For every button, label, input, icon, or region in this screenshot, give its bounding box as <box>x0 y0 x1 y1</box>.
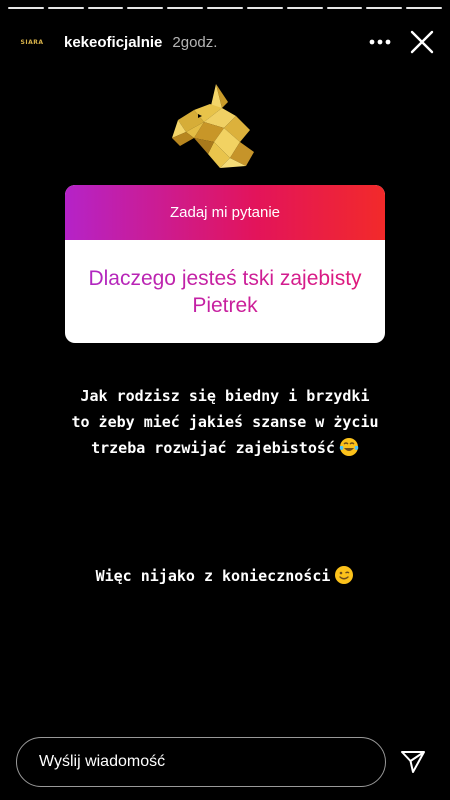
question-sticker-title: Zadaj mi pytanie <box>169 204 281 221</box>
winking-face-emoji <box>335 566 354 584</box>
question-sticker-header: Zadaj mi pytanie <box>65 185 385 240</box>
progress-segment <box>167 7 204 9</box>
close-button[interactable] <box>404 24 440 60</box>
progress-segment <box>47 7 84 9</box>
username[interactable]: kekeoficjalnie <box>64 34 162 51</box>
progress-segment <box>8 7 44 9</box>
progress-segment <box>246 7 283 9</box>
message-input-placeholder: Wyślij wiadomość <box>39 753 166 770</box>
progress-segment <box>207 7 243 9</box>
more-horizontal-icon <box>369 39 391 45</box>
avatar[interactable]: SIARA <box>12 24 52 60</box>
progress-segment <box>326 7 363 9</box>
story-text-1: Jak rodzisz się biedny i brzydki to żeby… <box>0 383 450 461</box>
story-header: SIARA kekeoficjalnie 2godz. <box>12 24 440 60</box>
story-footer: Wyślij wiadomość <box>16 736 440 788</box>
progress-segment <box>406 7 442 9</box>
send-icon <box>401 751 425 773</box>
tears-of-joy-emoji <box>339 438 359 456</box>
send-button[interactable] <box>386 737 440 787</box>
post-time: 2godz. <box>172 33 218 51</box>
progress-segment <box>127 7 164 9</box>
message-input[interactable]: Wyślij wiadomość <box>16 737 386 787</box>
avatar-logo-text: SIARA <box>20 38 44 46</box>
progress-segment <box>87 7 124 9</box>
story-progress-bar <box>8 7 442 9</box>
story-text-2-content: Więc nijako z konieczności <box>95 567 331 585</box>
story-text-2: Więc nijako z konieczności <box>0 563 450 589</box>
question-text: Dlaczego jesteś tski zajebisty Pietrek <box>85 265 365 319</box>
question-sticker[interactable]: Zadaj mi pytanie Dlaczego jesteś tski za… <box>65 185 385 343</box>
unicorn-head-sticker <box>172 84 254 168</box>
story-text-1-content: Jak rodzisz się biedny i brzydki to żeby… <box>71 387 379 457</box>
progress-segment <box>286 7 323 9</box>
progress-segment <box>366 7 403 9</box>
question-sticker-body: Dlaczego jesteś tski zajebisty Pietrek <box>65 240 385 343</box>
close-icon <box>410 30 434 54</box>
more-options-button[interactable] <box>360 24 400 60</box>
